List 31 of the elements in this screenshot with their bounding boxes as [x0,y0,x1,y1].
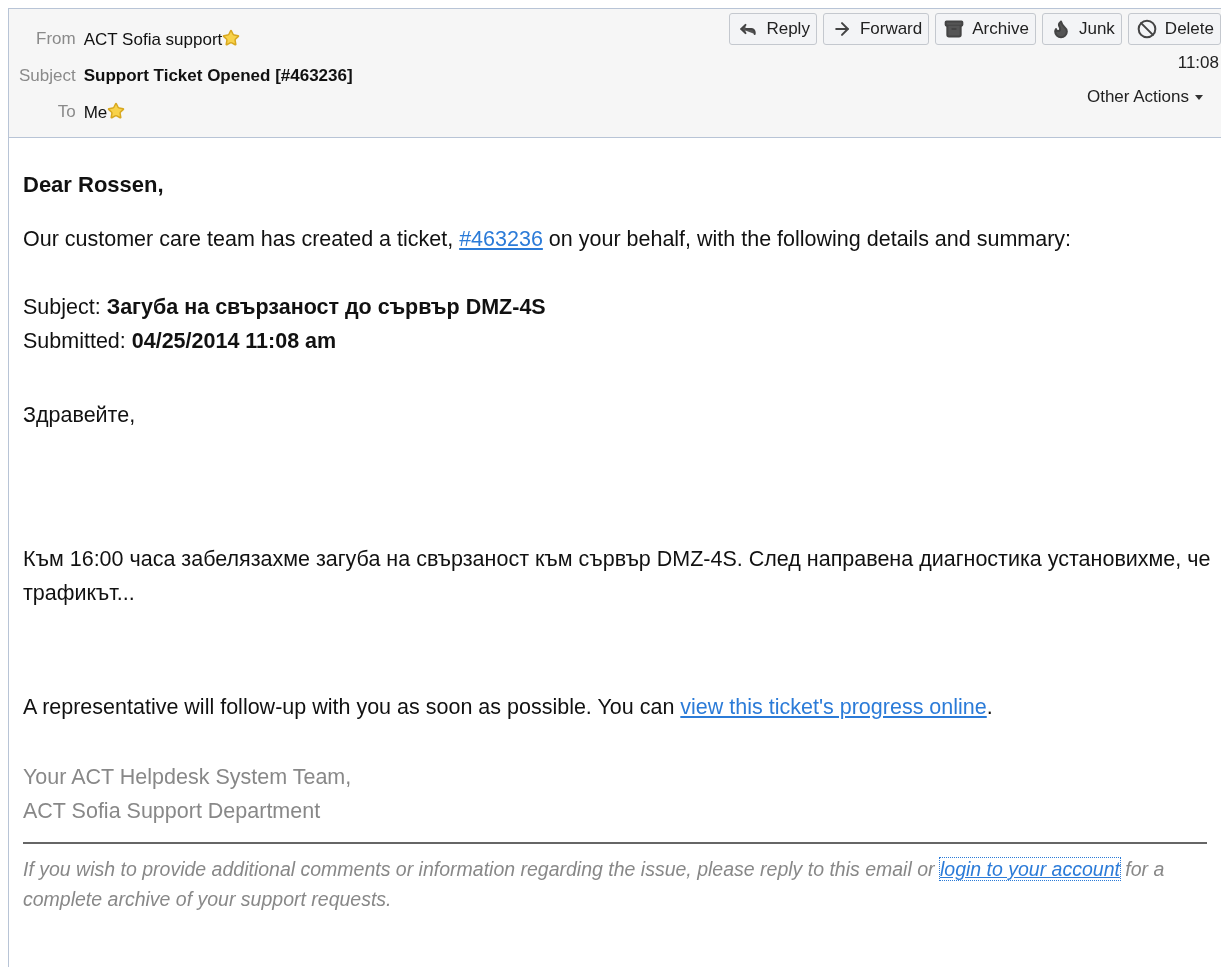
field-value: ACT Sofia support [83,30,223,50]
body-paragraph: A representative will follow-up with you as soon as possible. You can view this ticket's progress online. [23,694,994,721]
signature-line: Your ACT Helpdesk System Team, [23,764,353,791]
footer-note: If you wish to provide additional comments or information regarding the issue, please reply to this email or login to your account for a complete archive of your support requests. [23,857,1166,912]
account-link[interactable]: login to your account [939,858,1120,880]
detail-line: Submitted: 04/25/2014 11:08 am [23,328,338,355]
body-paragraph: Our customer care team has created a ticket, #463236 on your behalf, with the following details and summary: [23,226,1073,253]
toolbar-button[interactable]: Forward [822,13,930,45]
field-value: Me [83,103,108,123]
signature-line: ACT Sofia Support Department [23,798,322,825]
prohibited-icon [1136,19,1157,39]
body-paragraph: Към 16:00 часа забелязахме загуба на свързаност към сървър DMZ-4S. След направена диагностика установихме, че трафикът... [23,546,1211,607]
detail-line: Subject: Загуба на свързаност до сървър DMZ-4S [23,294,547,321]
ticket-link[interactable]: view this ticket's progress online [680,695,987,719]
message-time: 11:08 [1177,53,1220,73]
archive-icon [944,19,965,39]
star-icon[interactable] [107,102,126,120]
field-label: From [35,29,76,50]
toolbar-button[interactable]: Delete [1127,13,1221,45]
toolbar-button[interactable]: Archive [935,13,1036,45]
toolbar-button[interactable]: Junk [1041,13,1122,45]
caret-icon [1195,94,1203,100]
body-paragraph: Здравейте, [23,402,137,429]
toolbar-button[interactable]: Reply [729,13,817,45]
field-value: Support Ticket Opened [#463236] [83,66,353,86]
greeting: Dear Rossen, [23,171,165,199]
ticket-link[interactable]: #463236 [459,227,543,251]
other-actions-menu[interactable]: Other Actions [1086,81,1221,107]
field-label: To [56,102,76,123]
field-label: Subject [19,66,76,86]
star-icon[interactable] [222,29,241,47]
